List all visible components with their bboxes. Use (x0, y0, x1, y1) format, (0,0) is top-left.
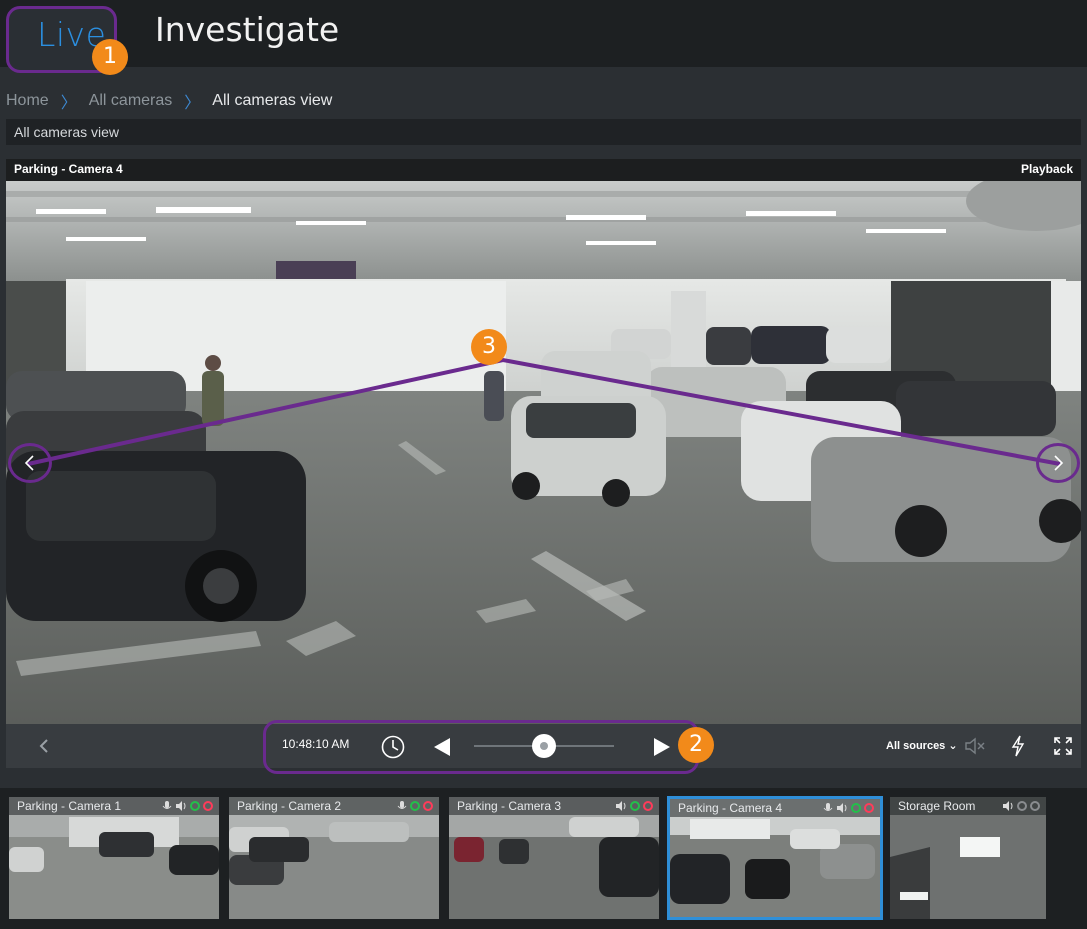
thumbnail-camera-1[interactable]: Parking - Camera 1 (9, 797, 219, 919)
thumbnail-name: Parking - Camera 2 (237, 799, 342, 813)
speaker-icon (176, 801, 186, 811)
top-nav: Live Investigate (0, 0, 1087, 73)
thumbnail-title-bar: Parking - Camera 2 (229, 797, 439, 815)
microphone-icon (162, 801, 172, 809)
speaker-icon (837, 803, 847, 813)
video-title-bar: Parking - Camera 4 Playback (6, 159, 1081, 181)
breadcrumb: Home 〉 All cameras 〉 All cameras view (6, 89, 332, 113)
status-red-icon (643, 801, 653, 811)
camera-thumbnail-strip: Parking - Camera 1 Parking - Camera 2 Pa… (0, 788, 1087, 929)
speaker-icon (616, 801, 626, 811)
current-time: 10:48:10 AM (282, 737, 350, 751)
status-inactive-icon (1017, 801, 1027, 811)
chevron-down-icon: ⌄ (948, 740, 958, 752)
view-title-bar: All cameras view (6, 119, 1081, 145)
breadcrumb-current: All cameras view (212, 92, 333, 109)
speaker-muted-icon[interactable] (964, 737, 986, 755)
chevron-right-icon: 〉 (60, 95, 77, 112)
status-red-icon (203, 801, 213, 811)
status-green-icon (630, 801, 640, 811)
breadcrumb-home[interactable]: Home (6, 92, 49, 110)
lightning-icon[interactable] (1010, 735, 1026, 757)
status-inactive-icon (1030, 801, 1040, 811)
callout-badge-2: 2 (678, 727, 714, 763)
step-back-icon[interactable] (432, 737, 452, 757)
playback-controls-bar: 10:48:10 AM All sources ⌄ (6, 720, 1081, 774)
fullscreen-icon[interactable] (1054, 737, 1072, 755)
thumbnail-title-bar: Parking - Camera 1 (9, 797, 219, 815)
thumbnail-title-bar: Storage Room (890, 797, 1046, 815)
thumbnail-status-icons (162, 800, 213, 812)
status-green-icon (851, 803, 861, 813)
thumbnail-status-icons (397, 800, 433, 812)
camera-feed-image (6, 181, 1081, 724)
thumbnail-feed-image (890, 797, 1046, 919)
thumbnail-name: Parking - Camera 4 (678, 801, 783, 815)
chevron-left-icon[interactable] (38, 738, 50, 754)
step-forward-icon[interactable] (652, 737, 672, 757)
tab-investigate[interactable]: Investigate (155, 10, 339, 49)
status-red-icon (423, 801, 433, 811)
speaker-icon (1003, 801, 1013, 811)
callout-badge-3: 3 (471, 329, 507, 365)
video-camera-title: Parking - Camera 4 (14, 162, 123, 176)
thumbnail-name: Parking - Camera 1 (17, 799, 122, 813)
status-green-icon (190, 801, 200, 811)
timeline-slider-handle[interactable] (532, 734, 556, 758)
thumbnail-feed-image (229, 797, 439, 919)
thumbnail-feed-image (9, 797, 219, 919)
thumbnail-name: Storage Room (898, 799, 976, 813)
callout-badge-1: 1 (92, 39, 128, 75)
microphone-icon (823, 803, 833, 811)
thumbnail-camera-4[interactable]: Parking - Camera 4 (667, 796, 883, 920)
clock-icon[interactable] (380, 734, 406, 760)
all-sources-label: All sources (886, 740, 946, 752)
thumbnail-name: Parking - Camera 3 (457, 799, 562, 813)
chevron-right-icon (1054, 455, 1064, 471)
previous-camera-button[interactable] (8, 443, 52, 483)
chevron-right-icon: 〉 (184, 95, 201, 112)
main-video-tile[interactable]: Parking - Camera 4 Playback (6, 159, 1081, 724)
app-root: Live Investigate 1 Home 〉 All cameras 〉 … (0, 0, 1087, 929)
thumbnail-camera-3[interactable]: Parking - Camera 3 (449, 797, 659, 919)
breadcrumb-all-cameras[interactable]: All cameras (89, 92, 173, 110)
chevron-left-icon (24, 455, 34, 471)
all-sources-dropdown[interactable]: All sources ⌄ (886, 739, 958, 752)
thumbnail-feed-image (449, 797, 659, 919)
playback-button[interactable]: Playback (1021, 162, 1073, 176)
thumbnail-title-bar: Parking - Camera 4 (670, 799, 880, 817)
status-red-icon (864, 803, 874, 813)
microphone-icon (397, 801, 407, 809)
thumbnail-storage-room[interactable]: Storage Room (890, 797, 1046, 919)
next-camera-button[interactable] (1036, 443, 1080, 483)
thumbnail-camera-2[interactable]: Parking - Camera 2 (229, 797, 439, 919)
thumbnail-title-bar: Parking - Camera 3 (449, 797, 659, 815)
status-green-icon (410, 801, 420, 811)
thumbnail-status-icons (823, 802, 874, 814)
thumbnail-status-icons (1002, 800, 1040, 812)
thumbnail-status-icons (615, 800, 653, 812)
